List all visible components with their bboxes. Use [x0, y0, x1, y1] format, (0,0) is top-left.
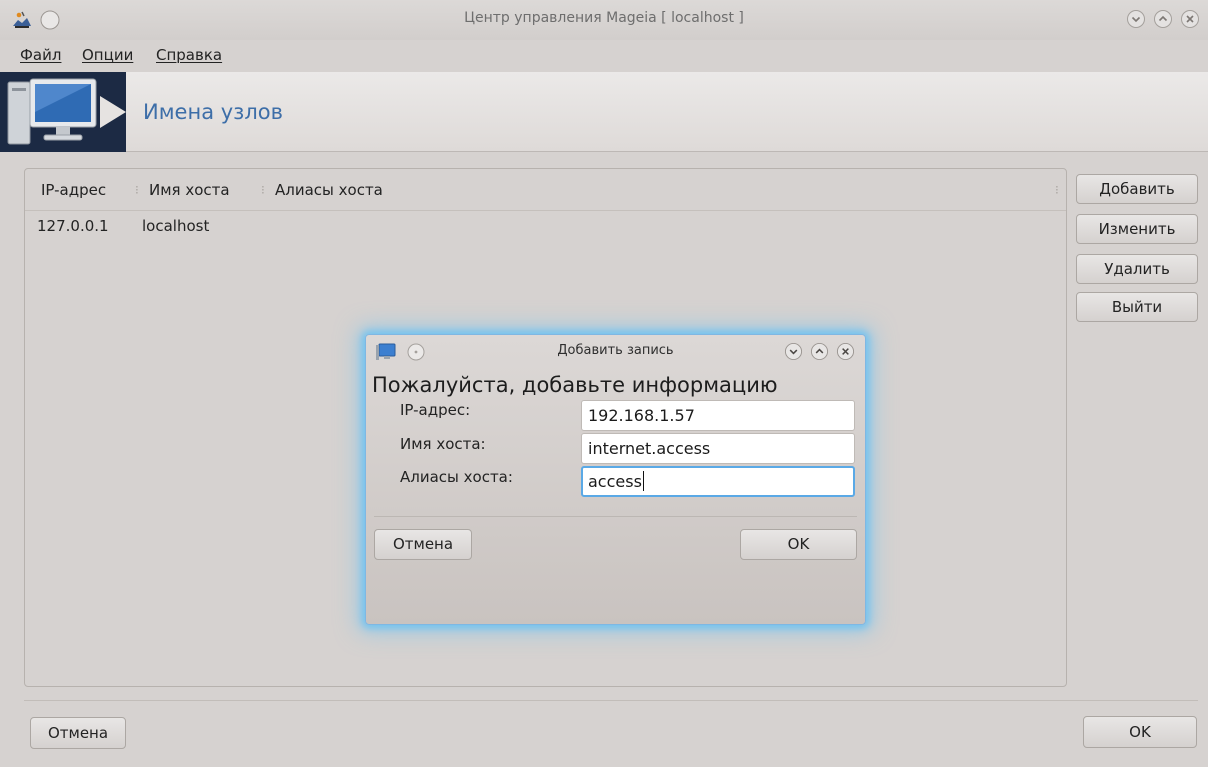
aliases-value: access: [588, 472, 642, 491]
aliases-label: Алиасы хоста:: [400, 468, 513, 486]
page-title: Имена узлов: [143, 100, 283, 124]
column-header-hostname[interactable]: Имя хоста: [149, 181, 230, 199]
edit-button[interactable]: Изменить: [1076, 214, 1198, 244]
computer-monitor-icon: [7, 78, 126, 145]
quit-button[interactable]: Выйти: [1076, 292, 1198, 322]
close-icon[interactable]: [1180, 9, 1200, 29]
row-hostname: localhost: [142, 217, 210, 235]
aliases-field[interactable]: access: [581, 466, 855, 497]
dialog-heading: Пожалуйста, добавьте информацию: [372, 373, 778, 397]
list-header: IP-адрес ⁝ Имя хоста ⁝ Алиасы хоста ⁝: [25, 169, 1066, 211]
cancel-button[interactable]: Отмена: [30, 717, 126, 749]
ok-button[interactable]: OK: [1083, 716, 1197, 748]
ip-field[interactable]: 192.168.1.57: [581, 400, 855, 431]
page-banner: Имена узлов: [0, 72, 1208, 152]
delete-button[interactable]: Удалить: [1076, 254, 1198, 284]
column-separator: ⁝: [261, 183, 265, 197]
footer-divider: [24, 700, 1198, 701]
dialog-cancel-button[interactable]: Отмена: [374, 529, 472, 560]
add-button[interactable]: Добавить: [1076, 174, 1198, 204]
maximize-icon[interactable]: [1153, 9, 1173, 29]
minimize-icon[interactable]: [784, 342, 803, 361]
dialog-divider: [374, 516, 857, 517]
column-header-aliases[interactable]: Алиасы хоста: [275, 181, 383, 199]
hostname-label: Имя хоста:: [400, 435, 486, 453]
banner-icon-area: [0, 72, 126, 152]
menu-file[interactable]: Файл: [20, 46, 61, 64]
menu-help[interactable]: Справка: [156, 46, 222, 64]
add-entry-dialog: Добавить запись Пожалуйста, добавьте инф…: [365, 334, 866, 625]
text-cursor: [642, 471, 644, 491]
ip-label: IP-адрес:: [400, 401, 471, 419]
maximize-icon[interactable]: [810, 342, 829, 361]
column-header-ip[interactable]: IP-адрес: [41, 181, 106, 199]
dialog-ok-button[interactable]: OK: [740, 529, 857, 560]
close-icon[interactable]: [836, 342, 855, 361]
hostname-field[interactable]: internet.access: [581, 433, 855, 464]
window-titlebar: Центр управления Mageia [ localhost ]: [0, 0, 1208, 40]
window-title: Центр управления Mageia [ localhost ]: [464, 10, 744, 26]
menubar: Файл Опции Справка: [0, 44, 1208, 68]
minimize-icon[interactable]: [1126, 9, 1146, 29]
column-separator: ⁝: [1055, 183, 1059, 197]
column-separator: ⁝: [135, 183, 139, 197]
menu-options[interactable]: Опции: [82, 46, 133, 64]
row-ip: 127.0.0.1: [37, 217, 109, 235]
